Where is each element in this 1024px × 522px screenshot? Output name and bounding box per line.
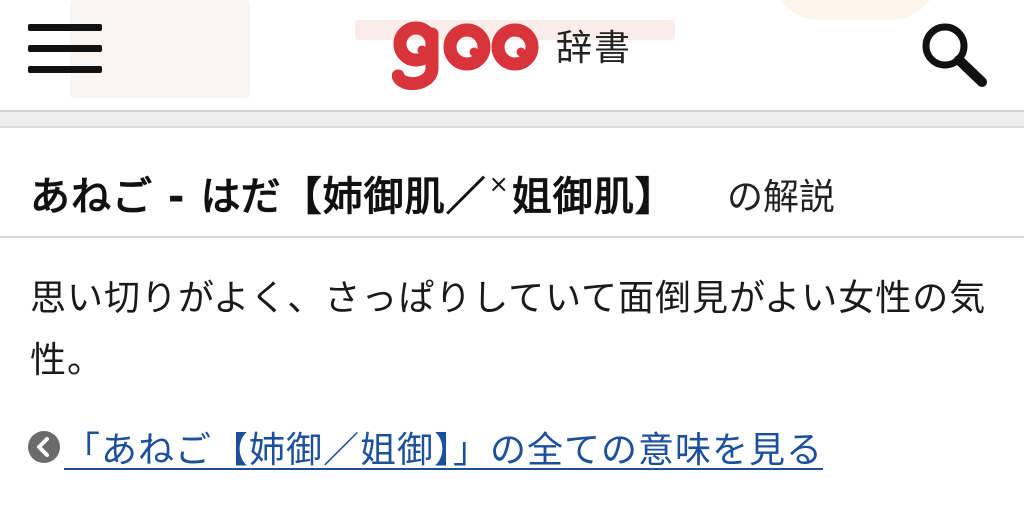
search-button[interactable]: [918, 20, 990, 90]
headword-reading: あねご - はだ: [30, 174, 282, 220]
search-icon: [922, 23, 987, 87]
goo-logo-icon: [392, 21, 539, 90]
header-gap: [0, 112, 1024, 126]
entry-title-suffix: の解説: [727, 177, 836, 218]
bracket-close: 】: [634, 174, 676, 220]
banner-shape: [770, 0, 940, 20]
nonstandard-kanji-mark: ×: [488, 170, 510, 198]
entry-headword: あねご - はだ【姉御肌／×姐御肌】: [30, 164, 676, 222]
logo-subtitle: 辞書: [556, 28, 633, 69]
bracket-open: 【: [281, 174, 323, 220]
all-meanings-link[interactable]: 「あねご【姉御／姐御】」の全ての意味を見る: [28, 422, 823, 472]
title-divider: [0, 236, 1024, 238]
definition-text: 思い切りがよく、さっぱりしていて面倒見がよい女性の気性。: [30, 278, 987, 381]
site-header: 辞書: [0, 0, 1024, 110]
headword-kanji-1: 姉御肌／: [322, 174, 487, 220]
goo-dictionary-logo[interactable]: 辞書: [392, 10, 632, 94]
chevron-left-circle-icon: [28, 431, 60, 463]
entry-title-row: あねご - はだ【姉御肌／×姐御肌】 の解説: [0, 126, 1024, 236]
all-meanings-link-label[interactable]: 「あねご【姉御／姐御】」の全ての意味を見る: [64, 421, 823, 473]
headword-kanji-2: 姐御肌: [511, 174, 635, 220]
menu-button[interactable]: [28, 22, 104, 76]
